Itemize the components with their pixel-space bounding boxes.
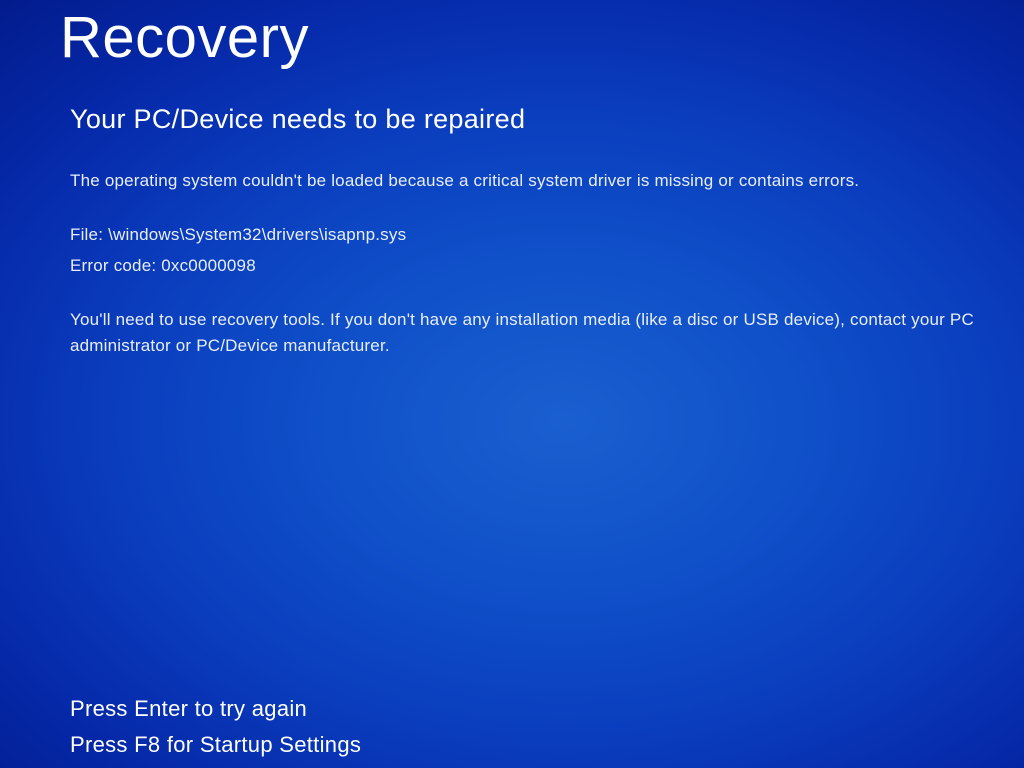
- file-path: \windows\System32\drivers\isapnp.sys: [108, 225, 406, 244]
- error-code-line: Error code: 0xc0000098: [70, 253, 1024, 279]
- page-subtitle: Your PC/Device needs to be repaired: [70, 104, 525, 135]
- page-title: Recovery: [60, 4, 309, 71]
- recovery-screen: Recovery Your PC/Device needs to be repa…: [0, 0, 1024, 768]
- file-line: File: \windows\System32\drivers\isapnp.s…: [70, 222, 1024, 248]
- error-code-value: 0xc0000098: [161, 256, 256, 275]
- press-enter-instruction: Press Enter to try again: [70, 692, 361, 726]
- press-f8-instruction: Press F8 for Startup Settings: [70, 728, 361, 762]
- file-label: File:: [70, 225, 103, 244]
- error-details: The operating system couldn't be loaded …: [70, 168, 1024, 360]
- recovery-instructions-text: You'll need to use recovery tools. If yo…: [70, 307, 1024, 360]
- error-cause-text: The operating system couldn't be loaded …: [70, 168, 1024, 194]
- error-code-label: Error code:: [70, 256, 156, 275]
- key-instructions: Press Enter to try again Press F8 for St…: [70, 692, 361, 764]
